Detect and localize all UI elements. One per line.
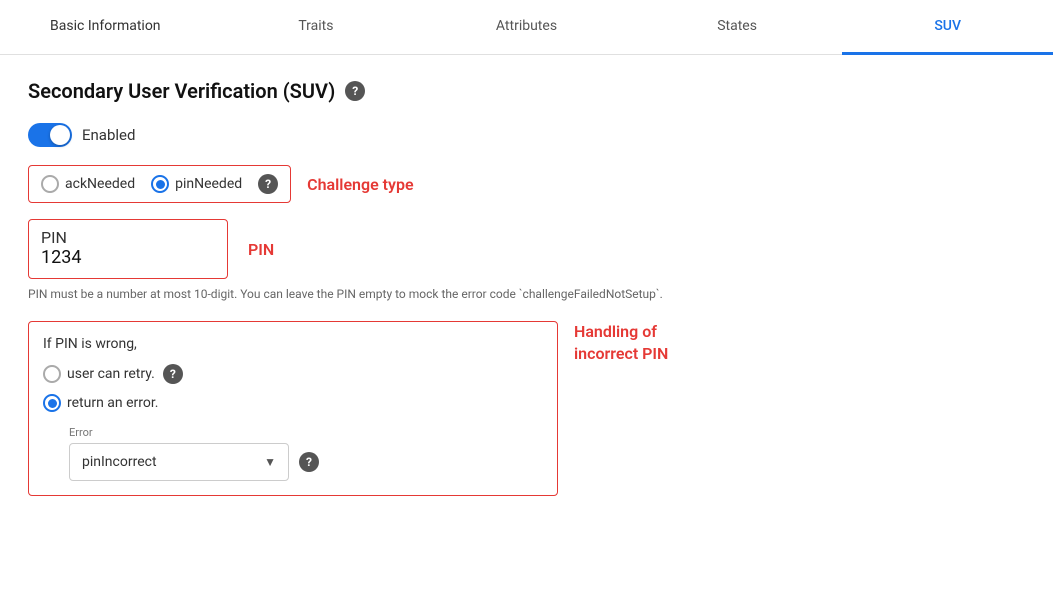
retry-row: user can retry. ? bbox=[43, 364, 543, 384]
retry-help-icon[interactable]: ? bbox=[163, 364, 183, 384]
tab-traits[interactable]: Traits bbox=[211, 0, 422, 55]
pin-input-wrapper: PIN 1234 bbox=[28, 219, 228, 279]
section-title-text: Secondary User Verification (SUV) bbox=[28, 79, 335, 103]
radio-ack-needed[interactable]: ackNeeded bbox=[41, 175, 135, 193]
tab-states[interactable]: States bbox=[632, 0, 843, 55]
challenge-type-help-icon[interactable]: ? bbox=[258, 174, 278, 194]
radio-ack-needed-circle bbox=[41, 175, 59, 193]
tab-attributes[interactable]: Attributes bbox=[421, 0, 632, 55]
radio-retry-circle bbox=[43, 365, 61, 383]
incorrect-pin-row: If PIN is wrong, user can retry. ? retur… bbox=[28, 321, 1025, 496]
radio-pin-needed-label: pinNeeded bbox=[175, 176, 242, 192]
radio-retry-label: user can retry. bbox=[67, 366, 155, 382]
pin-value[interactable]: 1234 bbox=[41, 247, 215, 268]
radio-ack-needed-label: ackNeeded bbox=[65, 176, 135, 192]
challenge-type-row: ackNeeded pinNeeded ? Challenge type bbox=[28, 165, 1025, 203]
tab-basic-information[interactable]: Basic Information bbox=[0, 0, 211, 55]
radio-pin-needed[interactable]: pinNeeded bbox=[151, 175, 242, 193]
dropdown-arrow-icon: ▼ bbox=[264, 455, 276, 469]
section-title: Secondary User Verification (SUV) ? bbox=[28, 79, 1025, 103]
radio-pin-needed-circle bbox=[151, 175, 169, 193]
enabled-toggle[interactable] bbox=[28, 123, 72, 147]
radio-return-error-circle bbox=[43, 394, 61, 412]
enabled-label: Enabled bbox=[82, 126, 135, 144]
error-dropdown-help-icon[interactable]: ? bbox=[299, 452, 319, 472]
radio-return-error-label: return an error. bbox=[67, 395, 158, 411]
title-help-icon[interactable]: ? bbox=[345, 81, 365, 101]
error-dropdown[interactable]: pinIncorrect ▼ bbox=[69, 443, 289, 481]
pin-note: PIN must be a number at most 10-digit. Y… bbox=[28, 285, 1025, 303]
radio-return-error[interactable]: return an error. bbox=[43, 394, 158, 412]
pin-row: PIN 1234 PIN bbox=[28, 219, 1025, 279]
incorrect-pin-box: If PIN is wrong, user can retry. ? retur… bbox=[28, 321, 558, 496]
incorrect-pin-title: If PIN is wrong, bbox=[43, 336, 543, 352]
challenge-type-label: Challenge type bbox=[307, 175, 413, 194]
enabled-toggle-row: Enabled bbox=[28, 123, 1025, 147]
tab-suv[interactable]: SUV bbox=[842, 0, 1053, 55]
challenge-type-box: ackNeeded pinNeeded ? bbox=[28, 165, 291, 203]
return-error-row: return an error. bbox=[43, 394, 543, 412]
pin-description-label: PIN bbox=[248, 240, 274, 259]
dropdown-row: pinIncorrect ▼ ? bbox=[69, 443, 543, 481]
error-dropdown-label: Error bbox=[69, 426, 543, 439]
tabs-bar: Basic Information Traits Attributes Stat… bbox=[0, 0, 1053, 55]
error-dropdown-value: pinIncorrect bbox=[82, 454, 157, 470]
radio-retry[interactable]: user can retry. bbox=[43, 365, 155, 383]
incorrect-pin-side-label: Handling of incorrect PIN bbox=[574, 321, 668, 366]
pin-field-label: PIN bbox=[41, 228, 215, 247]
main-content: Secondary User Verification (SUV) ? Enab… bbox=[0, 55, 1053, 520]
error-dropdown-section: Error pinIncorrect ▼ ? bbox=[69, 426, 543, 481]
